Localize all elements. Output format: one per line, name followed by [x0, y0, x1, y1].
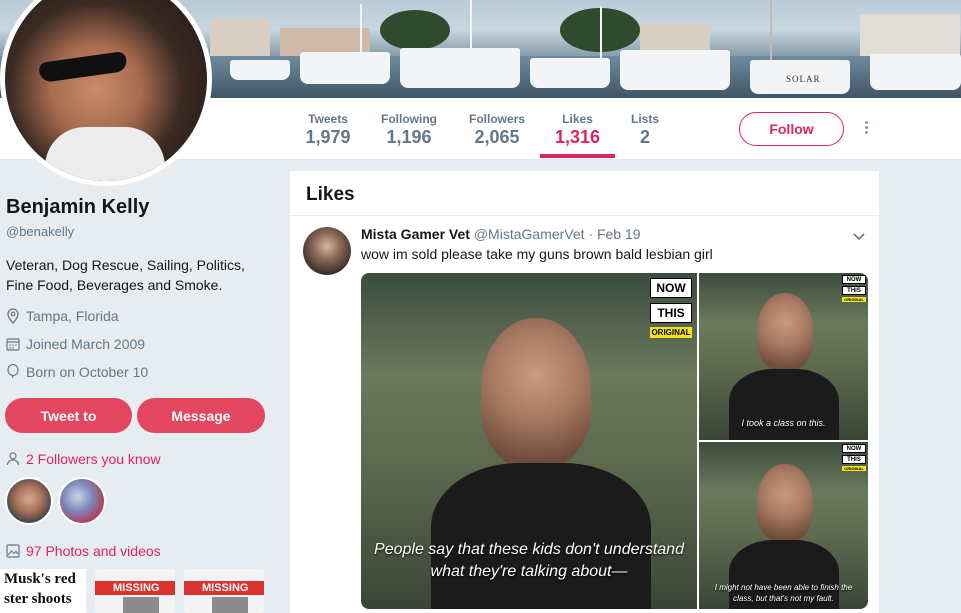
stat-lists[interactable]: Lists 2 — [626, 106, 664, 160]
media-thumb[interactable]: MISSING — [184, 569, 264, 613]
location-text: Tampa, Florida — [26, 308, 119, 324]
followers-you-know-text: 2 Followers you know — [26, 451, 161, 467]
media-thumb[interactable]: MISSING — [95, 569, 175, 613]
stat-followers[interactable]: Followers 2,065 — [464, 106, 530, 160]
media-frame-top-right[interactable]: NOW THIS ORIGINAL I took a class on this… — [699, 273, 868, 440]
media-frame-bottom-right[interactable]: NOW THIS ORIGINAL I might not have been … — [699, 442, 868, 609]
chevron-down-icon[interactable] — [852, 229, 866, 243]
balloon-icon — [7, 364, 19, 379]
tweet-to-button[interactable]: Tweet to — [5, 398, 132, 433]
stat-value: 2 — [639, 127, 650, 147]
stat-value: 1,316 — [554, 127, 601, 147]
nowthis-original-tag: ORIGINAL — [842, 297, 866, 302]
media-frame-main[interactable]: NOW THIS ORIGINAL People say that these … — [361, 273, 697, 609]
message-button[interactable]: Message — [137, 398, 265, 433]
tweet-media[interactable]: NOW THIS ORIGINAL People say that these … — [361, 273, 868, 609]
stat-label: Following — [381, 112, 437, 126]
profile-bio: Veteran, Dog Rescue, Sailing, Politics, … — [6, 257, 245, 293]
photos-videos-link[interactable]: 97 Photos and videos — [6, 543, 161, 559]
missing-label: MISSING — [113, 582, 160, 594]
stat-value: 1,196 — [386, 127, 432, 147]
nowthis-original-tag: ORIGINAL — [842, 466, 866, 471]
more-options-icon[interactable] — [858, 119, 874, 139]
nowthis-original-tag: ORIGINAL — [650, 327, 692, 338]
stat-value: 2,065 — [474, 127, 520, 147]
stat-label: Tweets — [308, 112, 348, 126]
timeline-title: Likes — [290, 171, 879, 216]
person-icon — [6, 452, 20, 466]
nowthis-logo: THIS — [842, 455, 866, 464]
calendar-icon — [6, 338, 20, 351]
tweet-date[interactable]: · Feb 19 — [588, 226, 640, 242]
joined-text: Joined March 2009 — [26, 336, 146, 352]
nowthis-logo: NOW — [842, 444, 866, 453]
media-caption-top-right: I took a class on this. — [741, 418, 826, 428]
known-follower-avatar[interactable] — [5, 477, 53, 525]
boat-name: SOLAR — [786, 74, 821, 84]
nowthis-logo: THIS — [842, 286, 866, 295]
profile-name: Benjamin Kelly — [6, 196, 150, 218]
nowthis-logo: THIS — [650, 303, 692, 323]
tweet-author-avatar[interactable] — [303, 227, 351, 275]
profile-handle[interactable]: @benakelly — [6, 224, 74, 239]
stat-value: 1,979 — [305, 127, 351, 147]
location-pin-icon — [7, 308, 19, 324]
media-caption-main: People say that these kids don't underst… — [374, 541, 684, 580]
tweet-text: wow im sold please take my guns brown ba… — [361, 246, 713, 262]
stat-likes[interactable]: Likes 1,316 — [540, 106, 615, 160]
stat-label: Followers — [468, 112, 525, 126]
tweet-header: Mista Gamer Vet @MistaGamerVet · Feb 19 — [361, 226, 641, 242]
tweet-author-handle[interactable]: @MistaGamerVet — [474, 226, 585, 242]
stat-label: Lists — [630, 112, 659, 126]
image-icon — [6, 544, 20, 558]
media-caption-bottom-right: I might not have been able to finish the… — [714, 583, 853, 603]
tweet-author-name[interactable]: Mista Gamer Vet — [361, 226, 470, 242]
nowthis-logo: NOW — [650, 278, 692, 298]
followers-you-know-link[interactable]: 2 Followers you know — [6, 451, 161, 467]
follow-button[interactable]: Follow — [739, 112, 844, 146]
likes-timeline: Likes Mista Gamer Vet @MistaGamerVet · F… — [290, 171, 879, 613]
profile-birthday: Born on October 10 — [6, 364, 148, 380]
known-follower-avatar[interactable] — [58, 477, 106, 525]
missing-label: MISSING — [202, 582, 249, 594]
stat-label: Likes — [562, 112, 593, 126]
stat-tweets[interactable]: Tweets 1,979 — [302, 106, 354, 160]
photos-videos-text: 97 Photos and videos — [26, 543, 161, 559]
profile-joined: Joined March 2009 — [6, 336, 145, 352]
profile-location: Tampa, Florida — [6, 308, 119, 324]
media-thumb[interactable]: Musk's red ster shoots — [0, 569, 86, 613]
nowthis-logo: NOW — [842, 275, 866, 284]
thumb-headline: Musk's red ster shoots — [4, 571, 76, 607]
birthday-text: Born on October 10 — [26, 364, 149, 380]
stat-following[interactable]: Following 1,196 — [378, 106, 440, 160]
